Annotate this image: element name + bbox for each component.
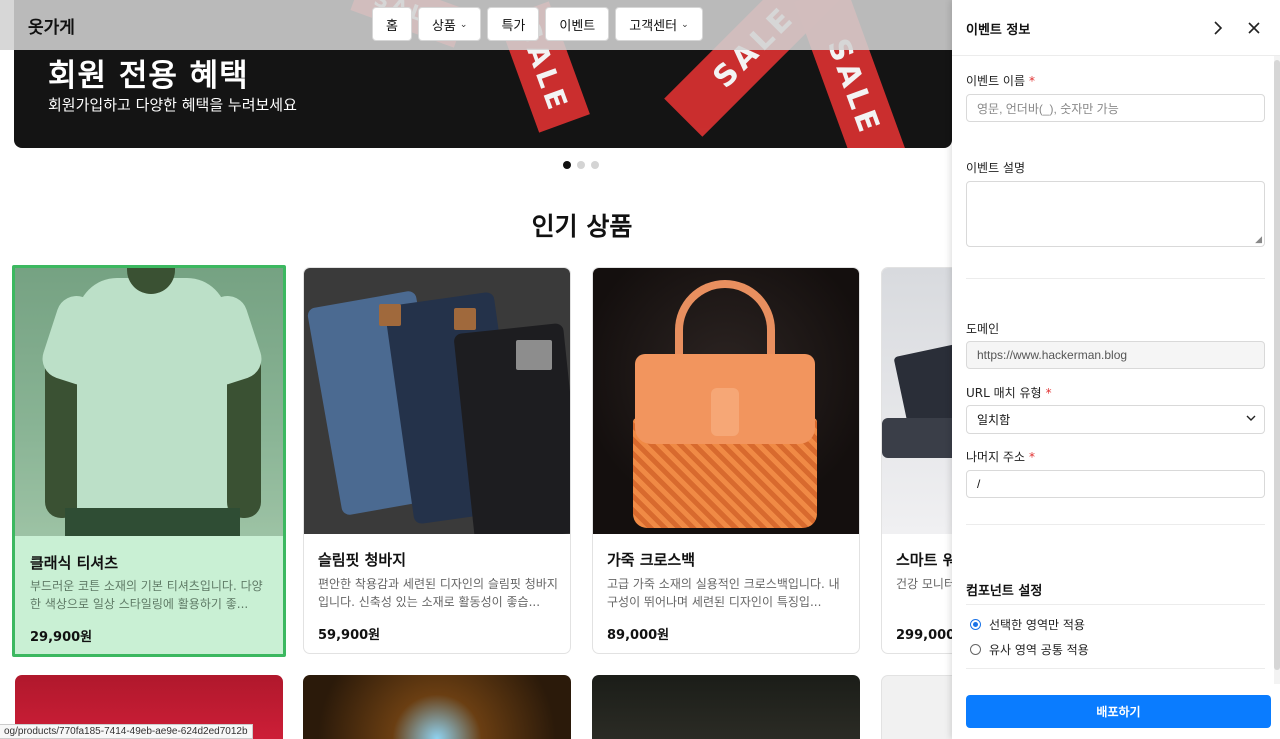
main-nav: 홈 상품 ⌄ 특가 이벤트 고객센터 ⌄	[372, 7, 703, 41]
label-text: 나머지 주소	[966, 450, 1026, 464]
event-info-panel: 이벤트 정보 이벤트 이름 * 영문, 언더바(_), 숫자만 가능 이벤트 설명…	[952, 0, 1280, 739]
hero-subtitle: 회원가입하고 다양한 혜택을 누려보세요	[48, 96, 297, 114]
nav-home-button[interactable]: 홈	[372, 7, 412, 41]
radio-label: 유사 영역 공통 적용	[989, 643, 1089, 657]
chevron-down-icon: ⌄	[681, 20, 689, 30]
product-card[interactable]	[592, 675, 860, 739]
product-name: 클래식 티셔츠	[30, 554, 119, 572]
product-price: 89,000원	[607, 628, 670, 643]
url-match-select[interactable]: 일치함	[966, 405, 1265, 434]
radio-button[interactable]	[970, 619, 981, 630]
required-mark: *	[1029, 74, 1036, 88]
radio-similar-area-common[interactable]: 유사 영역 공통 적용	[970, 641, 1089, 658]
event-name-label: 이벤트 이름 *	[966, 72, 1035, 89]
carousel-dots	[563, 161, 599, 169]
radio-button[interactable]	[970, 644, 981, 655]
product-image	[304, 268, 570, 534]
nav-support-button[interactable]: 고객센터 ⌄	[615, 7, 703, 41]
product-price: 59,900원	[318, 628, 381, 643]
rest-path-label: 나머지 주소 *	[966, 448, 1035, 465]
domain-field: https://www.hackerman.blog	[966, 341, 1265, 369]
event-desc-label: 이벤트 설명	[966, 161, 1026, 175]
resize-handle-icon[interactable]: ◢	[1255, 235, 1262, 245]
panel-body: 이벤트 이름 * 영문, 언더바(_), 숫자만 가능 이벤트 설명 ◢ 도메인 …	[952, 56, 1280, 684]
divider	[966, 524, 1265, 525]
product-description: 고급 가죽 소재의 실용적인 크로스백입니다. 내구성이 뛰어나며 세련된 디자…	[607, 577, 840, 609]
panel-scrollbar-thumb[interactable]	[1274, 60, 1280, 670]
domain-label: 도메인	[966, 322, 1000, 336]
top-navigation-bar: 옷가게 홈 상품 ⌄ 특가 이벤트 고객센터 ⌄	[0, 0, 952, 50]
nav-events-button[interactable]: 이벤트	[545, 7, 610, 41]
panel-title: 이벤트 정보	[966, 23, 1031, 38]
deploy-button[interactable]: 배포하기	[966, 695, 1271, 728]
product-name: 슬림핏 청바지	[318, 551, 407, 569]
chevron-right-icon[interactable]	[1206, 16, 1230, 40]
nav-products-button[interactable]: 상품 ⌄	[417, 7, 482, 41]
nav-label: 상품	[431, 18, 456, 34]
close-icon[interactable]	[1242, 16, 1266, 40]
panel-header: 이벤트 정보	[952, 0, 1280, 56]
carousel-dot-2[interactable]	[577, 161, 585, 169]
component-settings-title: 컴포넌트 설정	[966, 584, 1043, 599]
nav-label: 이벤트	[559, 18, 596, 34]
product-card[interactable]	[303, 675, 571, 739]
product-card-slim-jeans[interactable]: 슬림핏 청바지 편안한 착용감과 세련된 디자인의 슬림핏 청바지입니다. 신축…	[303, 267, 571, 654]
site-logo[interactable]: 옷가게	[28, 13, 75, 38]
url-match-label: URL 매치 유형 *	[966, 384, 1052, 401]
chevron-down-icon	[1246, 414, 1256, 425]
divider	[966, 278, 1265, 279]
divider	[966, 668, 1265, 669]
carousel-dot-1[interactable]	[563, 161, 571, 169]
hero-title: 회원 전용 혜택	[48, 58, 249, 94]
chevron-down-icon: ⌄	[459, 20, 468, 30]
nav-label: 홈	[386, 18, 398, 34]
radio-label: 선택한 영역만 적용	[989, 618, 1085, 632]
product-card-classic-tshirt[interactable]: 클래식 티셔츠 부드러운 코튼 소재의 기본 티셔츠입니다. 다양한 색상으로 …	[12, 265, 286, 657]
product-image	[15, 268, 283, 536]
label-text: 이벤트 이름	[966, 74, 1026, 88]
product-card-leather-crossbag[interactable]: 가죽 크로스백 고급 가죽 소재의 실용적인 크로스백입니다. 내구성이 뛰어나…	[592, 267, 860, 654]
product-description: 편안한 착용감과 세련된 디자인의 슬림핏 청바지입니다. 신축성 있는 소재로…	[318, 577, 558, 609]
event-name-input[interactable]: 영문, 언더바(_), 숫자만 가능	[966, 94, 1265, 122]
divider	[966, 604, 1265, 605]
rest-path-input[interactable]: /	[966, 470, 1265, 498]
nav-label: 고객센터	[629, 18, 678, 34]
required-mark: *	[1045, 386, 1052, 400]
label-text: URL 매치 유형	[966, 386, 1042, 400]
nav-deals-button[interactable]: 특가	[487, 7, 540, 41]
carousel-dot-3[interactable]	[591, 161, 599, 169]
event-desc-textarea[interactable]: ◢	[966, 181, 1265, 247]
selected-value: 일치함	[977, 413, 1011, 427]
required-mark: *	[1029, 450, 1036, 464]
product-description: 부드러운 코튼 소재의 기본 티셔츠입니다. 다양한 색상으로 일상 스타일링에…	[30, 579, 263, 611]
radio-selected-area-only[interactable]: 선택한 영역만 적용	[970, 616, 1085, 633]
nav-label: 특가	[501, 18, 526, 34]
product-name: 가죽 크로스백	[607, 551, 696, 569]
status-url-preview: og/products/770fa185-7414-49eb-ae9e-624d…	[0, 724, 253, 739]
product-price: 29,900원	[30, 630, 93, 645]
product-image	[593, 268, 859, 534]
